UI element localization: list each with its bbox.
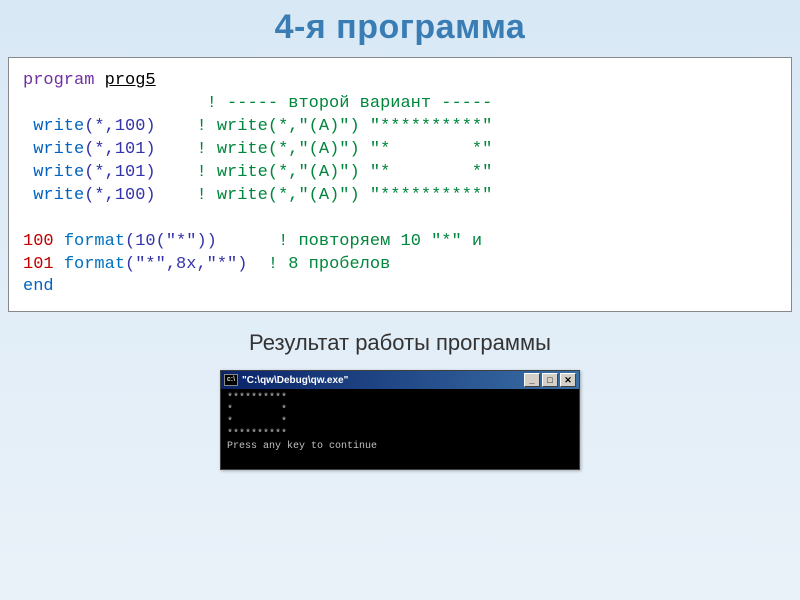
program-name: prog5 — [105, 71, 156, 90]
label-num: 100 — [23, 232, 54, 251]
args: (*,101) — [84, 140, 155, 159]
comment: ! ----- второй вариант ----- — [207, 94, 493, 113]
console-body: ********** * * * * ********** Press any … — [221, 389, 579, 469]
titlebar-text: "C:\qw\Debug\qw.exe" — [242, 375, 522, 386]
result-subtitle: Результат работы программы — [8, 330, 792, 356]
kw-end: end — [23, 277, 54, 296]
args: (*,100) — [84, 117, 155, 136]
comment: ! write(*,"(A)") "* *" — [196, 163, 492, 182]
args: (10("*")) — [125, 232, 217, 251]
kw-write: write — [33, 186, 84, 205]
args: (*,100) — [84, 186, 155, 205]
args: ("*",8x,"*") — [125, 255, 247, 274]
output-line: * * — [227, 417, 287, 428]
titlebar: c:\ "C:\qw\Debug\qw.exe" _ □ ✕ — [221, 371, 579, 389]
comment: ! write(*,"(A)") "**********" — [196, 117, 492, 136]
code-box: program prog5 ! ----- второй вариант ---… — [8, 57, 792, 312]
minimize-button[interactable]: _ — [524, 373, 540, 387]
kw-write: write — [33, 163, 84, 182]
kw-format: format — [64, 255, 125, 274]
output-line: Press any key to continue — [227, 441, 377, 452]
comment: ! 8 пробелов — [268, 255, 390, 274]
slide-title: 4-я программа — [8, 8, 792, 47]
args: (*,101) — [84, 163, 155, 182]
slide: 4-я программа program prog5 ! ----- втор… — [0, 0, 800, 600]
comment: ! write(*,"(A)") "* *" — [196, 140, 492, 159]
comment: ! повторяем 10 "*" и — [278, 232, 482, 251]
close-button[interactable]: ✕ — [560, 373, 576, 387]
output-line: ********** — [227, 393, 287, 404]
console-icon: c:\ — [224, 374, 238, 386]
kw-format: format — [64, 232, 125, 251]
kw-write: write — [33, 140, 84, 159]
comment: ! write(*,"(A)") "**********" — [196, 186, 492, 205]
kw-write: write — [33, 117, 84, 136]
maximize-button[interactable]: □ — [542, 373, 558, 387]
output-line: * * — [227, 405, 287, 416]
console-window: c:\ "C:\qw\Debug\qw.exe" _ □ ✕ *********… — [220, 370, 580, 470]
output-line: ********** — [227, 429, 287, 440]
console-wrap: c:\ "C:\qw\Debug\qw.exe" _ □ ✕ *********… — [8, 370, 792, 470]
label-num: 101 — [23, 255, 54, 274]
kw-program: program — [23, 71, 94, 90]
